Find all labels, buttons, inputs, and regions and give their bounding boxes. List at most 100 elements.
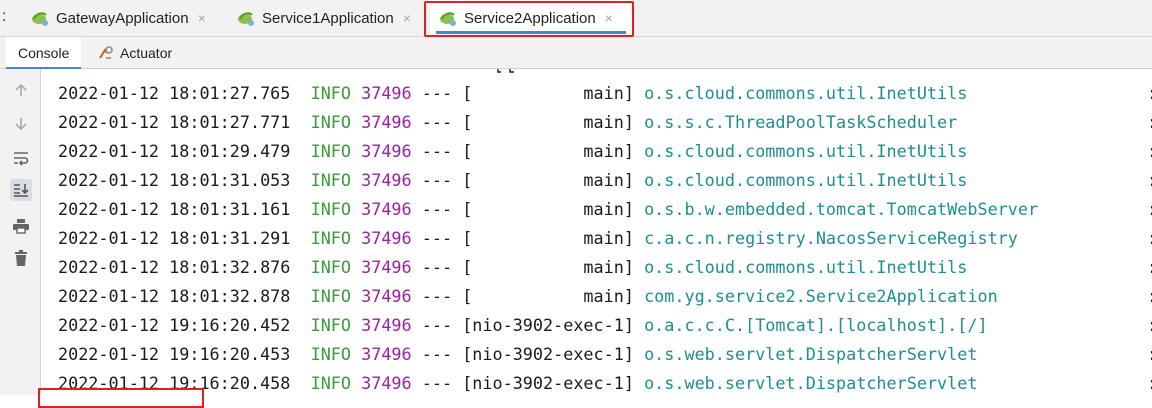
log-thread: [nio-3902-exec-1] [462, 373, 634, 393]
log-thread: [ main] [462, 141, 634, 161]
log-logger: c.a.c.n.registry.NacosServiceRegistry [644, 228, 1018, 248]
log-colon: : [1147, 285, 1152, 307]
log-colon: : [1147, 169, 1152, 191]
log-level: INFO [310, 83, 352, 103]
run-tab-gateway[interactable]: GatewayApplication × [22, 0, 218, 36]
log-level: INFO [310, 373, 352, 393]
log-level: INFO [310, 257, 352, 277]
spring-boot-run-icon [238, 12, 254, 26]
highlight-annotation-box [424, 1, 634, 37]
log-line: 2022-01-12 18:01:29.479 INFO 37496 --- [… [58, 140, 967, 162]
log-separator: --- [421, 199, 453, 219]
log-level: INFO [310, 228, 352, 248]
log-pid: 37496 [361, 112, 412, 132]
trash-icon[interactable] [10, 247, 32, 269]
log-level: INFO [310, 170, 352, 190]
close-icon[interactable]: × [198, 10, 206, 26]
log-thread: [nio-3902-exec-1] [462, 315, 634, 335]
log-timestamp: 2022-01-12 18:01:32.878 [58, 286, 291, 306]
scroll-to-end-icon[interactable] [10, 179, 32, 201]
log-timestamp: 2022-01-12 18:01:32.876 [58, 257, 291, 277]
tab-actuator[interactable]: Actuator [86, 37, 184, 68]
log-colon: : [1147, 256, 1152, 278]
log-thread: [ main] [462, 83, 634, 103]
log-pid: 37496 [361, 199, 412, 219]
log-pid: 37496 [361, 344, 412, 364]
log-timestamp: 2022-01-12 18:01:27.771 [58, 112, 291, 132]
run-tab-label: Service1Application [262, 9, 394, 27]
log-colon: : [1147, 82, 1152, 104]
log-separator: --- [421, 373, 453, 393]
close-icon[interactable]: × [403, 10, 411, 26]
log-logger: o.s.b.w.embedded.tomcat.TomcatWebServer [644, 199, 1039, 219]
tab-console[interactable]: Console [6, 37, 82, 69]
tab-console-label: Console [18, 44, 70, 61]
run-tab-service1[interactable]: Service1Application × [228, 0, 420, 36]
log-logger: com.yg.service2.Service2Application [644, 286, 998, 306]
log-level: INFO [310, 344, 352, 364]
tab-actuator-label: Actuator [120, 44, 173, 61]
log-pid: 37496 [361, 286, 412, 306]
run-tab-label: GatewayApplication [56, 9, 189, 27]
log-thread: [nio-3902-exec-1] [462, 344, 634, 364]
log-separator: --- [421, 83, 453, 103]
log-line: 2022-01-12 18:01:32.878 INFO 37496 --- [… [58, 285, 998, 307]
log-colon: : [1147, 372, 1152, 394]
run-tabs-prefix: : [2, 8, 7, 25]
log-separator: --- [421, 170, 453, 190]
log-colon: : [1147, 140, 1152, 162]
log-timestamp: 2022-01-12 18:01:31.161 [58, 199, 291, 219]
down-arrow-icon[interactable] [10, 113, 32, 135]
log-pid: 37496 [361, 170, 412, 190]
log-line: 2022-01-12 18:01:27.771 INFO 37496 --- [… [58, 111, 957, 133]
log-line: 2022-01-12 18:01:31.161 INFO 37496 --- [… [58, 198, 1038, 220]
log-logger: o.a.c.c.C.[Tomcat].[localhost].[/] [644, 315, 988, 335]
soft-wrap-icon[interactable] [10, 147, 32, 169]
log-separator: --- [421, 315, 453, 335]
log-pid: 37496 [361, 257, 412, 277]
log-timestamp: 2022-01-12 19:16:20.452 [58, 315, 291, 335]
log-level: INFO [310, 141, 352, 161]
log-thread: [ main] [462, 228, 634, 248]
log-timestamp: 2022-01-12 19:16:20.453 [58, 344, 291, 364]
actuator-icon [99, 45, 113, 59]
log-timestamp: 2022-01-12 18:01:31.291 [58, 228, 291, 248]
log-timestamp: 2022-01-12 18:01:31.053 [58, 170, 291, 190]
log-logger: o.s.cloud.commons.util.InetUtils [644, 141, 968, 161]
scrolled-line-fragment [497, 69, 514, 73]
log-level: INFO [310, 112, 352, 132]
log-pid: 37496 [361, 141, 412, 161]
log-line: 2022-01-12 18:01:27.765 INFO 37496 --- [… [58, 82, 967, 104]
log-colon: : [1147, 198, 1152, 220]
log-thread: [ main] [462, 257, 634, 277]
log-separator: --- [421, 344, 453, 364]
log-pid: 37496 [361, 83, 412, 103]
console-toolbar [0, 69, 41, 395]
print-icon[interactable] [10, 215, 32, 237]
log-line: 2022-01-12 18:01:31.053 INFO 37496 --- [… [58, 169, 967, 191]
log-colon: : [1147, 314, 1152, 336]
log-timestamp: 2022-01-12 18:01:29.479 [58, 141, 291, 161]
console-subtabs: Console Actuator [0, 37, 1152, 69]
up-arrow-icon[interactable] [10, 79, 32, 101]
log-thread: [ main] [462, 112, 634, 132]
log-logger: o.s.web.servlet.DispatcherServlet [644, 373, 978, 393]
log-thread: [ main] [462, 199, 634, 219]
log-logger: o.s.cloud.commons.util.InetUtils [644, 257, 968, 277]
log-level: INFO [310, 199, 352, 219]
log-pid: 37496 [361, 373, 412, 393]
console-output[interactable]: 2022-01-12 18:01:27.765 INFO 37496 --- [… [41, 69, 1152, 395]
log-logger: o.s.cloud.commons.util.InetUtils [644, 83, 968, 103]
log-line: 2022-01-12 19:16:20.453 INFO 37496 --- [… [58, 343, 977, 365]
log-logger: o.s.web.servlet.DispatcherServlet [644, 344, 978, 364]
log-pid: 37496 [361, 315, 412, 335]
log-logger: o.s.s.c.ThreadPoolTaskScheduler [644, 112, 958, 132]
log-separator: --- [421, 286, 453, 306]
log-line: 2022-01-12 19:16:20.452 INFO 37496 --- [… [58, 314, 988, 336]
log-colon: : [1147, 227, 1152, 249]
log-line: 2022-01-12 18:01:31.291 INFO 37496 --- [… [58, 227, 1018, 249]
log-logger: o.s.cloud.commons.util.InetUtils [644, 170, 968, 190]
log-line: 2022-01-12 18:01:32.876 INFO 37496 --- [… [58, 256, 967, 278]
log-colon: : [1147, 111, 1152, 133]
highlight-annotation-box [38, 388, 204, 408]
